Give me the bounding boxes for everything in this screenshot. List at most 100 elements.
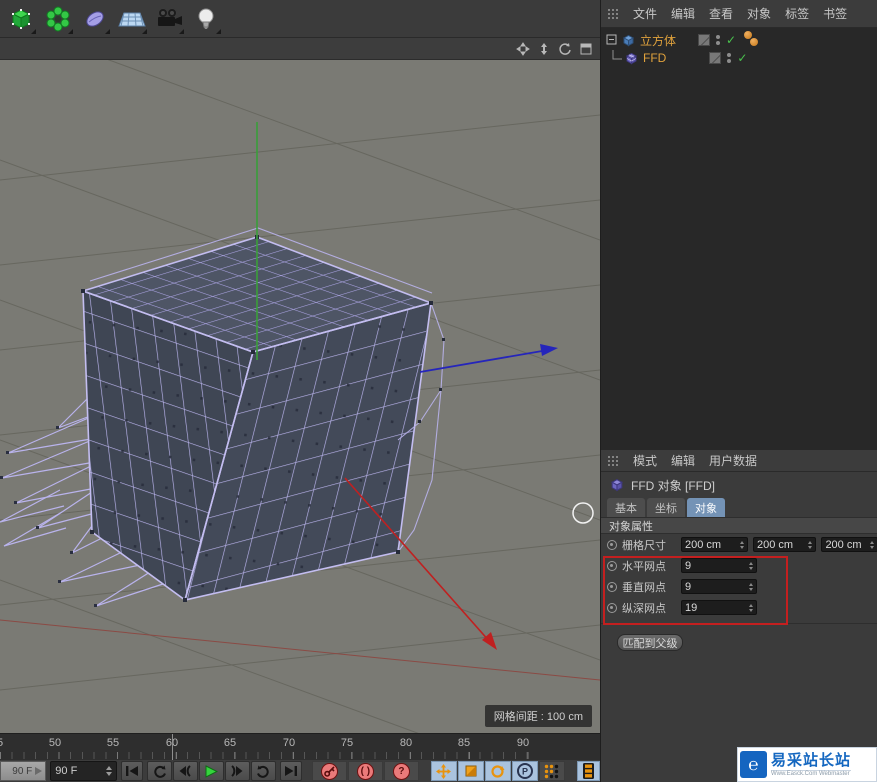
fit-to-parent-button[interactable]: 匹配到父级 bbox=[617, 634, 683, 651]
goto-start-button[interactable] bbox=[121, 761, 143, 781]
menu-tags[interactable]: 标签 bbox=[785, 5, 809, 22]
end-frame-value: 90 F bbox=[55, 765, 77, 777]
visibility-dots[interactable] bbox=[727, 53, 731, 63]
enabled-check-icon[interactable]: ✓ bbox=[726, 33, 736, 47]
record-position-button[interactable] bbox=[431, 761, 457, 781]
tab-basic[interactable]: 基本 bbox=[607, 498, 645, 517]
visibility-dots[interactable] bbox=[716, 35, 720, 45]
timeline-ruler[interactable]: 45 50 55 60 65 70 75 80 85 90 0 F bbox=[0, 733, 600, 760]
play-button[interactable] bbox=[199, 761, 224, 781]
rotate-icon bbox=[490, 764, 505, 779]
end-frame-field[interactable]: 90 F bbox=[50, 761, 116, 781]
horizontal-points-row: 水平网点 9 bbox=[601, 555, 877, 576]
range-slider-end[interactable]: 90 F bbox=[0, 761, 46, 781]
record-key-button[interactable] bbox=[312, 761, 347, 781]
tab-coordinates[interactable]: 坐标 bbox=[647, 498, 685, 517]
field-stepper[interactable] bbox=[870, 541, 874, 549]
menu-mode[interactable]: 模式 bbox=[633, 452, 657, 469]
field-stepper[interactable] bbox=[740, 541, 744, 549]
object-name[interactable]: 立方体 bbox=[640, 32, 676, 49]
menu-view[interactable]: 查看 bbox=[709, 5, 733, 22]
object-properties-header[interactable]: 对象属性 bbox=[601, 517, 877, 534]
c4d-window: 网格间距 : 100 cm 45 50 55 60 65 70 75 80 85… bbox=[0, 0, 877, 782]
light-button[interactable] bbox=[188, 2, 223, 36]
record-pla-button[interactable] bbox=[539, 761, 565, 781]
pan-view-icon[interactable] bbox=[515, 41, 531, 56]
object-name[interactable]: FFD bbox=[643, 51, 666, 65]
field-stepper[interactable] bbox=[749, 562, 753, 570]
menu-edit[interactable]: 编辑 bbox=[671, 452, 695, 469]
anim-dot-icon[interactable] bbox=[607, 540, 617, 550]
tab-object[interactable]: 对象 bbox=[687, 498, 725, 517]
record-scale-button[interactable] bbox=[458, 761, 484, 781]
record-rotation-button[interactable] bbox=[485, 761, 511, 781]
layer-toggle[interactable] bbox=[698, 34, 710, 46]
grid-size-y-field[interactable]: 200 cm bbox=[753, 537, 816, 552]
anim-dot-icon[interactable] bbox=[607, 603, 617, 613]
question-icon: ? bbox=[393, 763, 410, 780]
camera-button[interactable] bbox=[151, 2, 186, 36]
panel-handle-icon[interactable] bbox=[607, 8, 619, 20]
ruler-tickmarks bbox=[0, 752, 533, 759]
x-axis bbox=[345, 478, 490, 642]
menu-file[interactable]: 文件 bbox=[633, 5, 657, 22]
cube-primitive-button[interactable] bbox=[3, 2, 38, 36]
parameter-icon: P bbox=[517, 763, 533, 779]
horizontal-points-field[interactable]: 9 bbox=[681, 558, 757, 573]
watermark-logo-icon: ℮ bbox=[740, 751, 767, 778]
maximize-view-icon[interactable] bbox=[578, 41, 594, 56]
camera-icon bbox=[154, 5, 184, 33]
rotate-view-icon[interactable] bbox=[557, 41, 573, 56]
panel-handle-icon[interactable] bbox=[607, 455, 619, 467]
playhead[interactable] bbox=[172, 734, 173, 761]
next-key-button[interactable] bbox=[225, 761, 250, 781]
grid-size-x-field[interactable]: 200 cm bbox=[681, 537, 748, 552]
grid-spacing-label: 网格间距 : 100 cm bbox=[485, 705, 592, 727]
field-stepper[interactable] bbox=[749, 604, 753, 612]
end-frame-stepper[interactable] bbox=[106, 766, 112, 776]
ruler-tick: 65 bbox=[224, 737, 236, 749]
object-row-cube[interactable]: 立方体 ✓ bbox=[601, 31, 877, 49]
menu-bookmarks[interactable]: 书签 bbox=[823, 5, 847, 22]
goto-end-button[interactable] bbox=[280, 761, 302, 781]
depth-points-value: 19 bbox=[685, 602, 697, 614]
animation-toolbar: 90 F 90 F bbox=[0, 760, 600, 782]
subdivision-surface-button[interactable] bbox=[40, 2, 75, 36]
object-tags[interactable] bbox=[744, 35, 758, 46]
field-stepper[interactable] bbox=[749, 583, 753, 591]
cube-object[interactable] bbox=[81, 228, 445, 602]
deformer-icon bbox=[81, 5, 109, 33]
grid-size-y-value: 200 cm bbox=[757, 539, 793, 551]
world-x-grid-line bbox=[0, 620, 600, 680]
loop-forward-button[interactable] bbox=[251, 761, 276, 781]
keyframe-selection-button[interactable] bbox=[577, 761, 600, 781]
menu-edit[interactable]: 编辑 bbox=[671, 5, 695, 22]
vertical-points-field[interactable]: 9 bbox=[681, 579, 757, 594]
animation-help-button[interactable]: ? bbox=[384, 761, 419, 781]
perspective-viewport[interactable]: 网格间距 : 100 cm bbox=[0, 60, 600, 733]
depth-points-field[interactable]: 19 bbox=[681, 600, 757, 615]
menu-objects[interactable]: 对象 bbox=[747, 5, 771, 22]
vertical-points-label: 垂直网点 bbox=[622, 579, 676, 595]
loop-back-button[interactable] bbox=[147, 761, 172, 781]
layer-toggle[interactable] bbox=[709, 52, 721, 64]
zoom-view-icon[interactable] bbox=[536, 41, 552, 56]
grid-size-label: 栅格尺寸 bbox=[622, 537, 676, 553]
auto-key-button[interactable]: ( ) bbox=[348, 761, 383, 781]
floor-environment-button[interactable] bbox=[114, 2, 149, 36]
field-stepper[interactable] bbox=[808, 541, 812, 549]
prev-key-button[interactable] bbox=[173, 761, 198, 781]
create-toolbar bbox=[0, 0, 600, 38]
range-end-value: 90 F bbox=[12, 766, 32, 777]
object-row-ffd[interactable]: FFD ✓ bbox=[601, 49, 877, 67]
depth-points-label: 纵深网点 bbox=[622, 600, 676, 616]
menu-userdata[interactable]: 用户数据 bbox=[709, 452, 757, 469]
anim-dot-icon[interactable] bbox=[607, 582, 617, 592]
enabled-check-icon[interactable]: ✓ bbox=[737, 51, 747, 65]
record-parameter-button[interactable]: P bbox=[512, 761, 538, 781]
expander-icon[interactable] bbox=[606, 34, 618, 46]
deformer-button[interactable] bbox=[77, 2, 112, 36]
grid-size-z-field[interactable]: 200 cm bbox=[821, 537, 877, 552]
object-manager-list[interactable]: 立方体 ✓ FFD bbox=[601, 28, 877, 450]
anim-dot-icon[interactable] bbox=[607, 561, 617, 571]
